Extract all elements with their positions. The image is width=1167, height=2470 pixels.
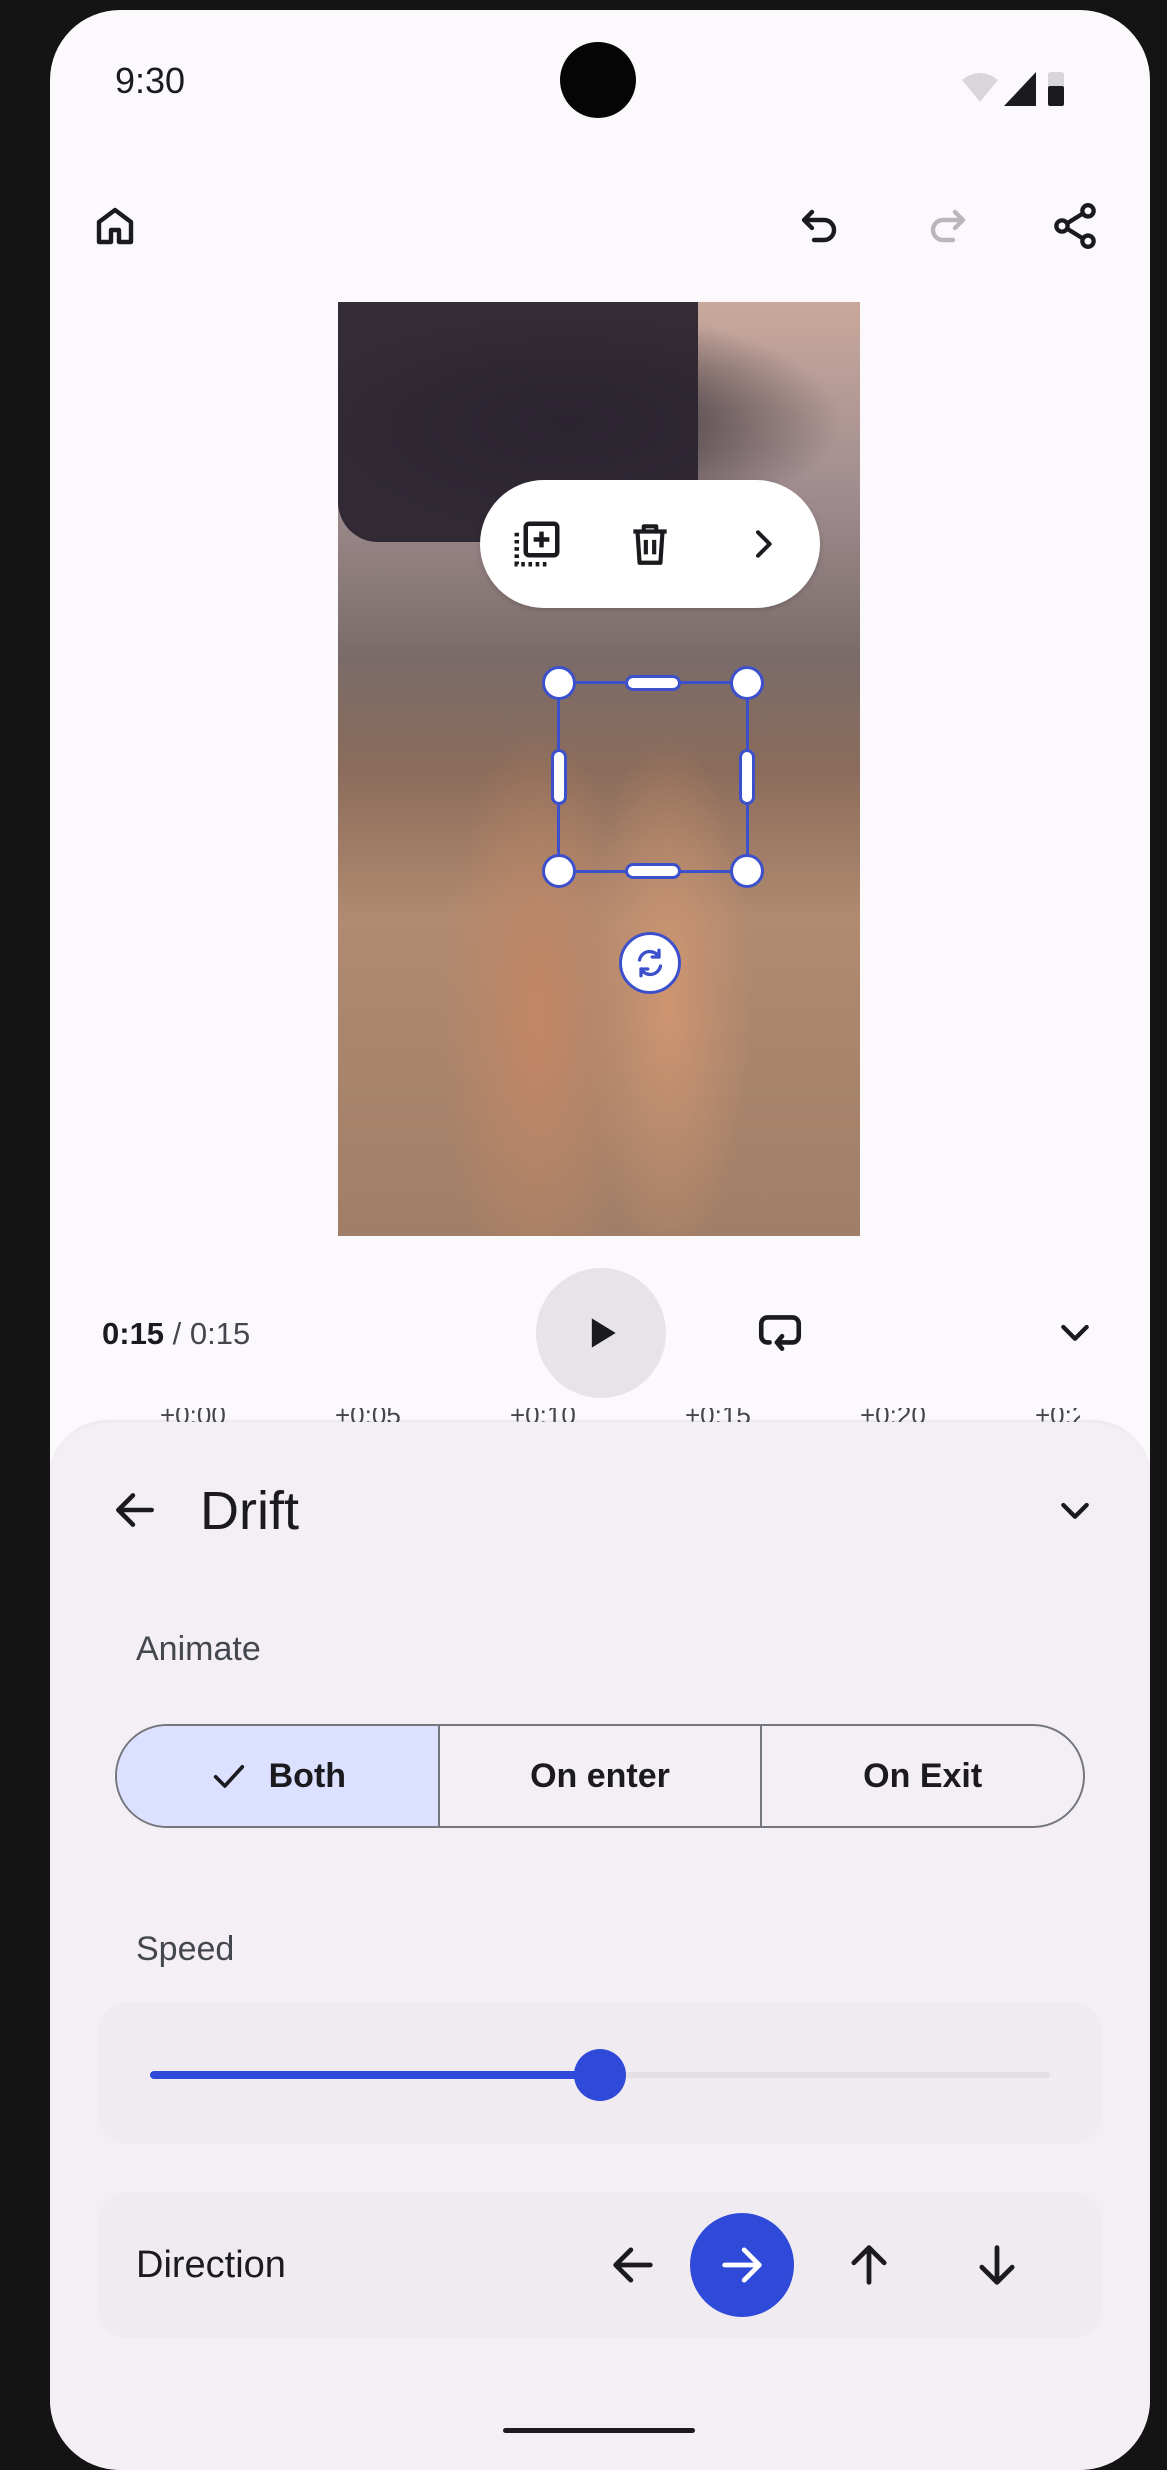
time-separator: / — [172, 1316, 182, 1351]
segment-label: Both — [268, 1756, 347, 1795]
loop-button[interactable] — [740, 1292, 820, 1372]
total-time: 0:15 — [189, 1316, 251, 1351]
direction-down-button[interactable] — [945, 2213, 1049, 2317]
segment-label: On Exit — [863, 1756, 983, 1795]
delete-icon — [633, 524, 667, 565]
duplicate-icon — [514, 521, 560, 567]
rotate-icon — [637, 948, 663, 978]
chevron-down-icon — [1061, 1324, 1089, 1341]
direction-right-button[interactable] — [690, 2213, 794, 2317]
check-icon — [213, 1765, 244, 1788]
speed-label: Speed — [136, 1930, 235, 1968]
arrow-left-icon — [116, 1493, 154, 1527]
duplicate-button[interactable] — [497, 504, 577, 584]
redo-icon — [930, 209, 966, 243]
segment-both[interactable]: Both — [117, 1726, 438, 1826]
resize-handle-bottom[interactable] — [625, 863, 681, 879]
direction-label: Direction — [136, 2244, 286, 2286]
direction-up-button[interactable] — [817, 2213, 921, 2317]
segment-label: On enter — [530, 1756, 670, 1795]
play-button[interactable] — [536, 1268, 666, 1398]
resize-handle-bottom-right[interactable] — [730, 854, 764, 888]
signal-icon — [1004, 72, 1036, 106]
arrow-left-icon — [613, 2247, 653, 2283]
sheet-title: Drift — [200, 1481, 299, 1541]
segment-on-enter[interactable]: On enter — [437, 1726, 761, 1826]
camera-cutout — [560, 42, 636, 118]
chevron-right-icon — [756, 530, 772, 558]
resize-handle-bottom-left[interactable] — [542, 854, 576, 888]
undo-icon — [801, 209, 837, 243]
play-icon — [591, 1318, 616, 1348]
selection-box[interactable] — [542, 666, 764, 888]
speed-slider-thumb[interactable] — [574, 2049, 626, 2101]
delete-button[interactable] — [610, 504, 690, 584]
direction-left-button[interactable] — [581, 2213, 685, 2317]
redo-button[interactable] — [907, 186, 987, 266]
resize-handle-top[interactable] — [625, 675, 681, 691]
resize-handle-top-right[interactable] — [730, 666, 764, 700]
home-button[interactable] — [75, 186, 155, 266]
animate-segmented-control: Both On enter On Exit — [115, 1724, 1085, 1828]
wifi-icon — [962, 73, 998, 102]
status-icons — [962, 72, 1064, 106]
more-button[interactable] — [723, 504, 803, 584]
rotate-handle[interactable] — [619, 932, 681, 994]
animate-label: Animate — [136, 1630, 261, 1668]
arrow-down-icon — [979, 2245, 1015, 2285]
collapse-preview-button[interactable] — [1035, 1292, 1115, 1372]
phone-screen: 9:30 0:15 / 0:15 +0:00 +0:05 +0:10 +0:15… — [50, 10, 1150, 2470]
speed-slider-fill — [150, 2071, 600, 2079]
current-time: 0:15 — [102, 1316, 165, 1351]
back-button[interactable] — [95, 1470, 175, 1550]
home-icon — [96, 207, 134, 245]
loop-icon — [758, 1315, 802, 1351]
status-time: 9:30 — [115, 60, 186, 101]
resize-handle-right[interactable] — [739, 749, 755, 805]
undo-button[interactable] — [780, 186, 860, 266]
share-button[interactable] — [1035, 186, 1115, 266]
chevron-down-icon — [1061, 1502, 1089, 1519]
resize-handle-left[interactable] — [551, 749, 567, 805]
segment-on-exit[interactable]: On Exit — [760, 1726, 1083, 1826]
home-indicator[interactable] — [503, 2428, 695, 2433]
collapse-sheet-button[interactable] — [1035, 1470, 1115, 1550]
resize-handle-top-left[interactable] — [542, 666, 576, 700]
arrow-up-icon — [851, 2245, 887, 2285]
time-readout: 0:15 / 0:15 — [102, 1316, 250, 1352]
share-icon — [1054, 203, 1096, 249]
arrow-right-icon — [722, 2247, 762, 2283]
overlay-toolbar — [480, 480, 820, 608]
